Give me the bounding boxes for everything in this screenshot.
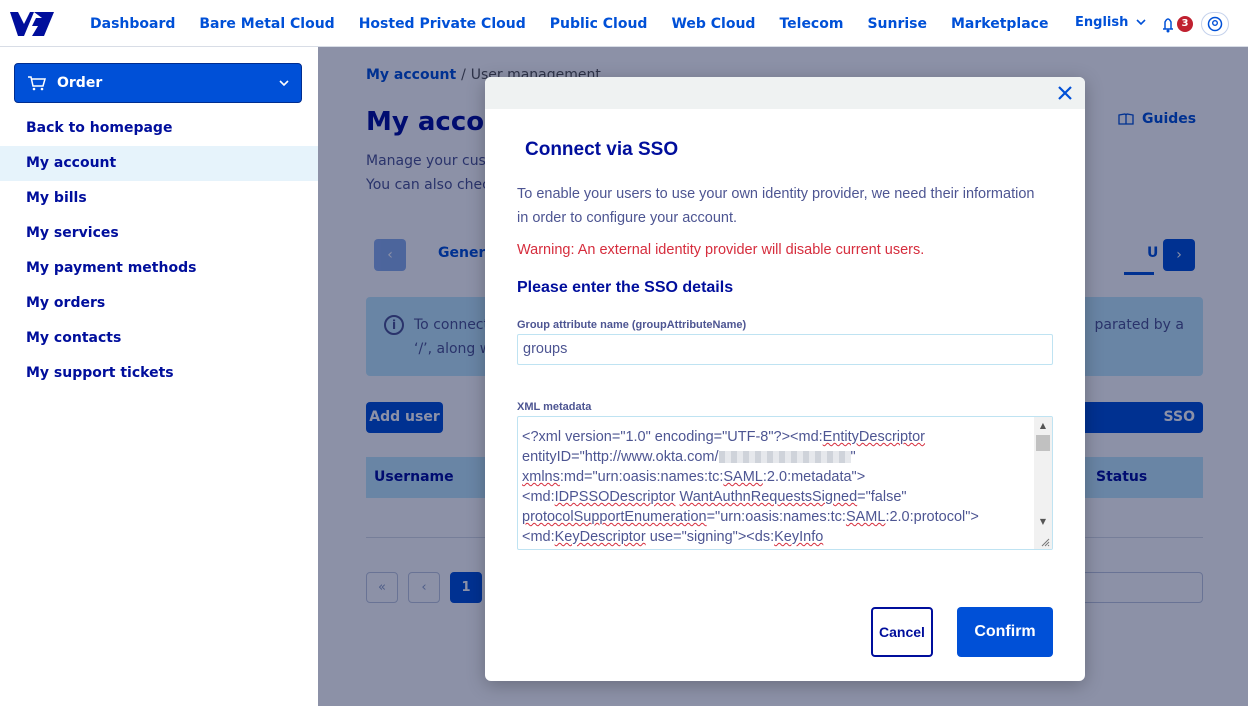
top-navigation: Dashboard Bare Metal Cloud Hosted Privat… [0,0,1248,47]
cart-icon [28,76,46,91]
sidebar-item-my-contacts[interactable]: My contacts [0,321,318,356]
nav-hosted-private-cloud[interactable]: Hosted Private Cloud [359,16,526,32]
redacted-id [718,451,851,464]
sidebar-item-my-account[interactable]: My account [0,146,318,181]
ovh-logo-icon[interactable] [10,10,56,38]
chevron-down-icon [1136,19,1146,26]
scroll-down-arrow-icon[interactable]: ▼ [1038,517,1048,527]
modal-title: Connect via SSO [525,139,679,160]
nav-public-cloud[interactable]: Public Cloud [550,16,648,32]
modal-intro-text: To enable your users to use your own ide… [517,186,1035,226]
cancel-button[interactable]: Cancel [871,607,933,657]
confirm-button[interactable]: Confirm [957,607,1053,657]
nav-dashboard[interactable]: Dashboard [90,16,175,32]
nav-marketplace[interactable]: Marketplace [951,16,1048,32]
scroll-up-arrow-icon[interactable]: ▲ [1038,421,1048,431]
xml-scrollbar[interactable]: ▲ ▼ [1034,417,1052,549]
sidebar-item-my-services[interactable]: My services [0,216,318,251]
scrollbar-thumb[interactable] [1036,435,1050,451]
sidebar-item-back-to-homepage[interactable]: Back to homepage [0,111,318,146]
notification-badge: 3 [1177,16,1193,32]
nav-bare-metal-cloud[interactable]: Bare Metal Cloud [199,16,334,32]
group-attribute-label: Group attribute name (groupAttributeName… [517,319,747,331]
xml-metadata-textarea[interactable]: <?xml version="1.0" encoding="UTF-8"?><m… [517,416,1053,550]
language-selector[interactable]: English [1075,15,1146,30]
sidebar: Order Back to homepage My account My bil… [0,47,318,706]
group-attribute-input[interactable]: groups [517,334,1053,365]
sidebar-menu: Back to homepage My account My bills My … [0,111,318,391]
close-icon[interactable] [1055,83,1075,103]
modal-subtitle: Please enter the SSO details [517,279,734,296]
sidebar-item-my-support-tickets[interactable]: My support tickets [0,356,318,391]
resize-handle-icon[interactable] [1040,537,1050,547]
nav-menu: Dashboard Bare Metal Cloud Hosted Privat… [90,0,1072,47]
chevron-down-icon [279,79,289,86]
xml-metadata-content: <?xml version="1.0" encoding="UTF-8"?><m… [522,429,979,545]
xml-metadata-label: XML metadata [517,401,592,413]
warning-text: Warning: An external identity provider w… [517,242,925,258]
order-label: Order [57,75,103,91]
sso-modal: Connect via SSO To enable your users to … [485,77,1085,681]
nav-sunrise[interactable]: Sunrise [867,16,927,32]
language-label: English [1075,15,1129,30]
sidebar-item-my-bills[interactable]: My bills [0,181,318,216]
nav-web-cloud[interactable]: Web Cloud [671,16,755,32]
user-icon [1207,16,1223,32]
order-button[interactable]: Order [14,63,302,103]
user-menu-button[interactable] [1201,12,1229,36]
modal-header [485,77,1085,109]
sidebar-item-my-orders[interactable]: My orders [0,286,318,321]
sidebar-item-my-payment-methods[interactable]: My payment methods [0,251,318,286]
nav-telecom[interactable]: Telecom [779,16,843,32]
